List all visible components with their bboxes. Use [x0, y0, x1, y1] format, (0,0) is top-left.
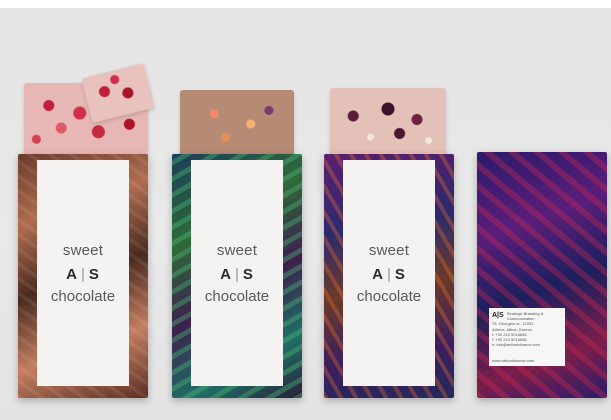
label-2: sweet A | S chocolate	[191, 160, 283, 386]
product-photo: sweet A | S chocolate sweet A | S chocolate …	[0, 8, 611, 420]
back-info-label: A|S Strategic Branding & Communication 7…	[489, 308, 565, 366]
label-brand: A | S	[220, 265, 254, 283]
back-brand: A|S	[492, 312, 504, 319]
label-brand: A | S	[372, 265, 406, 283]
label-3: sweet A | S chocolate	[343, 160, 435, 386]
back-company: Strategic Branding & Communication	[506, 311, 544, 322]
label-chocolate: chocolate	[356, 287, 422, 305]
label-sweet: sweet	[368, 241, 410, 259]
wrapper-1: sweet A | S chocolate	[18, 154, 148, 398]
back-web: www.arthurlobanov.com	[492, 357, 535, 363]
back-email: e: info@arthurlobanov.com	[492, 342, 540, 348]
label-sweet: sweet	[62, 241, 104, 259]
label-1: sweet A | S chocolate	[37, 160, 129, 386]
wrapper-3: sweet A | S chocolate	[324, 154, 454, 398]
label-chocolate: chocolate	[50, 287, 116, 305]
chocolate-bar-milk	[180, 90, 294, 158]
wrapper-back: A|S Strategic Branding & Communication 7…	[477, 152, 607, 398]
label-sweet: sweet	[216, 241, 258, 259]
label-chocolate: chocolate	[204, 287, 270, 305]
wrapper-2: sweet A | S chocolate	[172, 154, 302, 398]
back-header: A|S Strategic Branding & Communication	[492, 311, 562, 321]
label-brand: A | S	[66, 265, 100, 283]
chocolate-bar-berry-nut	[330, 88, 446, 158]
